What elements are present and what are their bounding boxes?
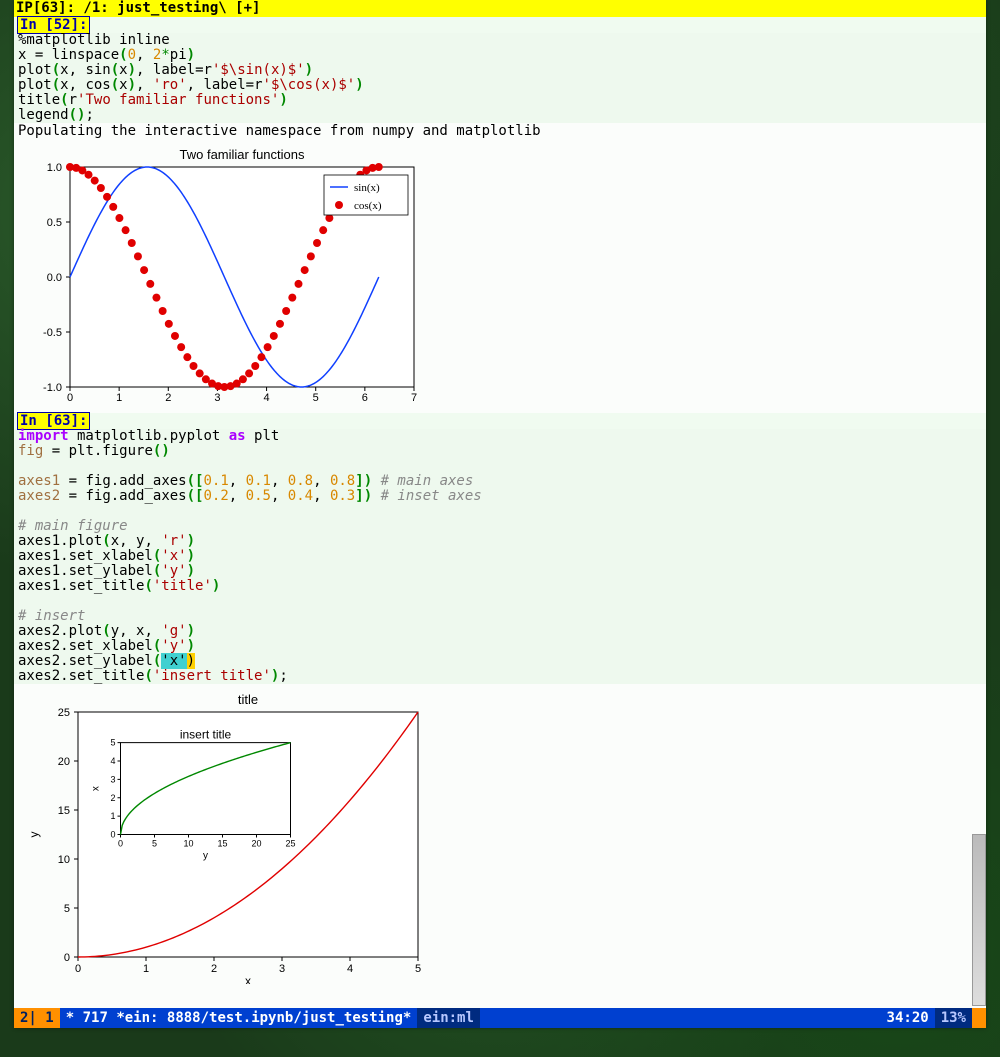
svg-text:1: 1	[116, 392, 122, 404]
svg-text:10: 10	[183, 839, 193, 849]
mode-line-modified: * 717 *ein: 8888/test.ipynb/just_testing…	[60, 1008, 418, 1028]
svg-text:1: 1	[110, 811, 115, 821]
buffer-name: *ein: 8888/test.ipynb/just_testing*	[116, 1010, 411, 1026]
svg-text:0: 0	[64, 952, 70, 964]
svg-text:title: title	[238, 692, 258, 707]
svg-text:4: 4	[347, 963, 353, 975]
cell-2-chart: title0123450510152025xyinsert title05101…	[14, 684, 986, 992]
svg-text:5: 5	[152, 839, 157, 849]
svg-text:6: 6	[362, 392, 368, 404]
cell-1-stdout: Populating the interactive namespace fro…	[14, 123, 986, 139]
svg-text:20: 20	[251, 839, 261, 849]
svg-text:insert title: insert title	[180, 728, 232, 742]
svg-text:-1.0: -1.0	[43, 382, 62, 394]
svg-text:0: 0	[67, 392, 73, 404]
svg-text:1.0: 1.0	[47, 162, 62, 174]
svg-text:4: 4	[110, 756, 115, 766]
svg-text:-0.5: -0.5	[43, 327, 62, 339]
svg-text:sin(x): sin(x)	[354, 182, 380, 194]
svg-text:4: 4	[264, 392, 270, 404]
svg-text:3: 3	[214, 392, 220, 404]
svg-text:x: x	[91, 786, 102, 791]
svg-text:3: 3	[279, 963, 285, 975]
line-count: 717	[83, 1010, 108, 1026]
svg-text:15: 15	[217, 839, 227, 849]
cell-2-code[interactable]: import matplotlib.pyplot as plt fig = pl…	[14, 429, 986, 684]
cell-1-chart: Two familiar functions 0 1 2 3 4 5 6 7 -1.0 -0.5 0.…	[14, 139, 986, 413]
svg-text:0.5: 0.5	[47, 217, 62, 229]
mode-line-position: 34:20	[881, 1008, 935, 1028]
svg-text:20: 20	[58, 756, 70, 768]
mode-line-spacer	[480, 1008, 881, 1028]
emacs-editor-window: IP[63]: /1: just_testing\ [+] In [52]: %…	[14, 0, 986, 1028]
emacs-mode-line: 2| 1 * 717 *ein: 8888/test.ipynb/just_te…	[14, 1008, 986, 1028]
mode-line-percent: 13%	[935, 1008, 972, 1028]
cell-1[interactable]: In [52]: %matplotlib inline x = linspace…	[14, 17, 986, 413]
svg-text:25: 25	[58, 707, 70, 719]
cell-1-code[interactable]: %matplotlib inline x = linspace(0, 2*pi)…	[14, 33, 986, 123]
vertical-scrollbar[interactable]	[972, 834, 986, 1006]
mode-line-major-mode: ein:ml	[417, 1008, 480, 1028]
svg-text:15: 15	[58, 805, 70, 817]
svg-text:3: 3	[110, 774, 115, 784]
cell-2[interactable]: In [63]: import matplotlib.pyplot as plt…	[14, 413, 986, 992]
svg-text:5: 5	[110, 738, 115, 748]
svg-text:10: 10	[58, 854, 70, 866]
svg-text:5: 5	[313, 392, 319, 404]
svg-text:5: 5	[64, 903, 70, 915]
svg-text:0: 0	[118, 839, 123, 849]
svg-text:0: 0	[110, 830, 115, 840]
svg-text:y: y	[203, 851, 208, 862]
window-header-line: IP[63]: /1: just_testing\ [+]	[14, 0, 986, 17]
mode-line-end-block	[972, 1008, 986, 1028]
input-prompt-1: In [52]:	[18, 17, 89, 33]
svg-text:Two familiar functions: Two familiar functions	[180, 147, 305, 162]
svg-text:0.0: 0.0	[47, 272, 62, 284]
svg-text:25: 25	[285, 839, 295, 849]
input-prompt-2: In [63]:	[18, 413, 89, 429]
svg-text:1: 1	[143, 963, 149, 975]
svg-text:0: 0	[75, 963, 81, 975]
mode-line-left-badge: 2| 1	[14, 1008, 60, 1028]
svg-text:5: 5	[415, 963, 421, 975]
svg-text:2: 2	[211, 963, 217, 975]
title-inset-chart: title0123450510152025xyinsert title05101…	[18, 692, 438, 984]
svg-text:cos(x): cos(x)	[354, 200, 382, 212]
svg-text:2: 2	[110, 793, 115, 803]
two-familiar-functions-chart: Two familiar functions 0 1 2 3 4 5 6 7 -1.0 -0.5 0.…	[18, 147, 418, 405]
modified-indicator: *	[66, 1010, 74, 1026]
svg-text:x: x	[245, 974, 251, 984]
svg-text:y: y	[27, 832, 41, 838]
svg-text:2: 2	[165, 392, 171, 404]
svg-text:7: 7	[411, 392, 417, 404]
